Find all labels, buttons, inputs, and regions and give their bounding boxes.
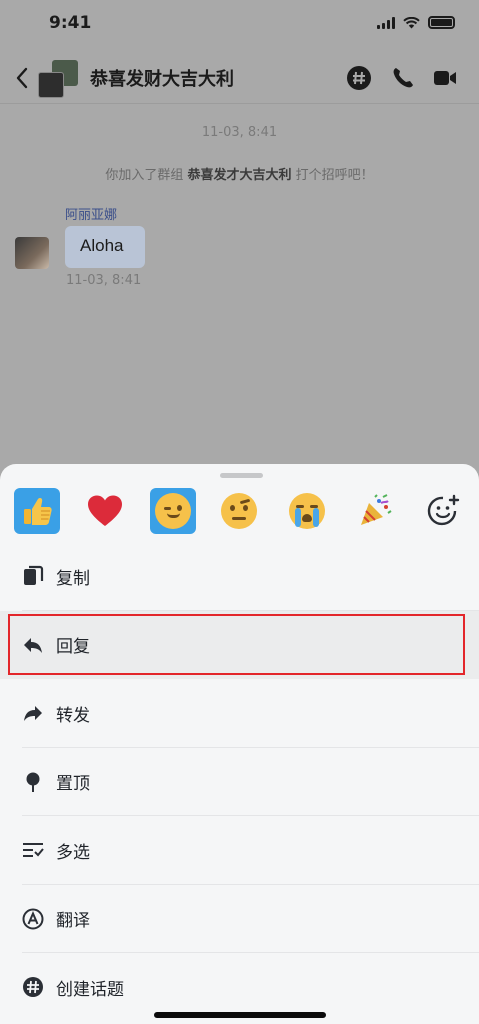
home-indicator xyxy=(154,1012,326,1018)
chat-timestamp: 11-03, 8:41 xyxy=(201,125,278,140)
topic-icon xyxy=(22,976,44,998)
system-message-prefix: 你加入了群组 xyxy=(105,168,188,183)
heart-icon[interactable] xyxy=(82,488,128,534)
menu-item-reply[interactable]: 回复 xyxy=(0,610,479,679)
forward-icon xyxy=(22,702,44,724)
status-icons xyxy=(377,16,455,29)
battery-icon xyxy=(428,16,455,29)
reply-icon xyxy=(22,634,44,656)
menu-item-forward[interactable]: 转发 xyxy=(0,679,479,748)
menu-item-label: 转发 xyxy=(56,705,90,726)
message-bubble[interactable]: Aloha xyxy=(65,226,145,268)
back-icon[interactable] xyxy=(10,64,34,92)
sender-name[interactable]: 阿丽亚娜 xyxy=(65,204,117,223)
party-popper-icon[interactable] xyxy=(352,488,398,534)
reaction-bar xyxy=(0,488,479,538)
menu-item-label: 复制 xyxy=(56,568,90,589)
status-time: 9:41 xyxy=(49,13,92,33)
system-message-suffix: 打个招呼吧！ xyxy=(291,168,374,183)
wifi-icon xyxy=(403,16,420,28)
group-avatar[interactable] xyxy=(38,60,78,98)
message-action-sheet: 复制 回复 转发 置顶 多选 翻译 创建话题 xyxy=(0,464,479,1024)
menu-item-pin[interactable]: 置顶 xyxy=(0,747,479,816)
add-reaction-icon[interactable] xyxy=(420,488,466,534)
translate-icon xyxy=(22,908,44,930)
menu-item-label: 回复 xyxy=(56,637,90,658)
pin-icon xyxy=(22,771,44,793)
video-call-icon[interactable] xyxy=(432,65,458,91)
thumbs-up-icon[interactable] xyxy=(14,488,60,534)
raised-eyebrow-face-icon[interactable] xyxy=(216,488,262,534)
menu-item-label: 创建话题 xyxy=(56,979,124,1000)
menu-item-label: 置顶 xyxy=(56,774,90,795)
chat-header: 恭喜发财大吉大利 xyxy=(0,52,479,104)
sheet-handle[interactable] xyxy=(220,473,263,478)
menu-item-copy[interactable]: 复制 xyxy=(0,542,479,611)
menu-item-translate[interactable]: 翻译 xyxy=(0,884,479,953)
chat-title[interactable]: 恭喜发财大吉大利 xyxy=(90,65,234,91)
system-message: 你加入了群组 恭喜发才大吉大利 打个招呼吧！ xyxy=(0,164,479,183)
menu-item-multiselect[interactable]: 多选 xyxy=(0,816,479,885)
system-message-group: 恭喜发才大吉大利 xyxy=(187,168,292,183)
multiselect-icon xyxy=(22,839,44,861)
phone-icon[interactable] xyxy=(390,65,416,91)
wink-face-icon[interactable] xyxy=(150,488,196,534)
copy-icon xyxy=(22,565,44,587)
crying-face-icon[interactable] xyxy=(284,488,330,534)
topic-hashtag-icon[interactable] xyxy=(346,65,372,91)
menu-item-label: 多选 xyxy=(56,842,90,863)
message-time: 11-03, 8:41 xyxy=(66,273,142,288)
signal-icon xyxy=(377,16,395,29)
status-bar: 9:41 xyxy=(0,0,479,48)
action-menu: 复制 回复 转发 置顶 多选 翻译 创建话题 xyxy=(0,542,479,1022)
avatar[interactable] xyxy=(15,237,49,269)
menu-item-label: 翻译 xyxy=(56,911,90,932)
